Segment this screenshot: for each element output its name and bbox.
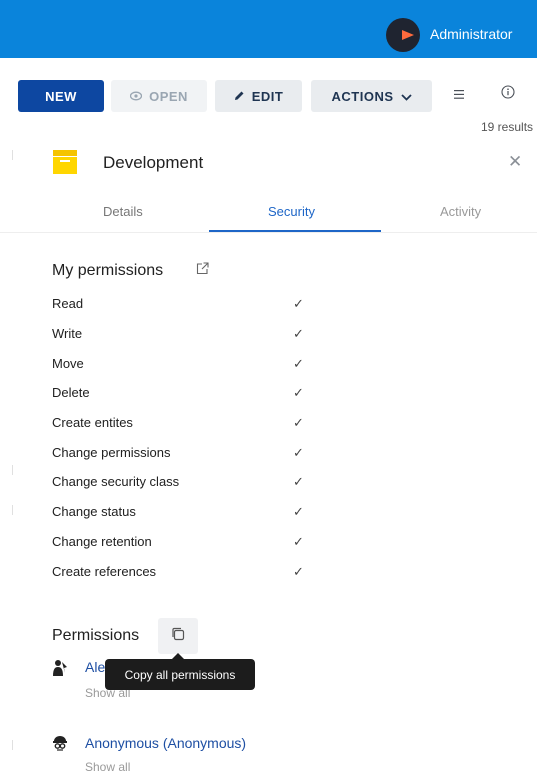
check-icon: ✓ bbox=[293, 534, 304, 549]
tab-security[interactable]: Security bbox=[268, 204, 315, 219]
copy-icon bbox=[171, 627, 185, 646]
principal-name[interactable]: Anonymous (Anonymous) bbox=[85, 735, 246, 751]
user-group-icon bbox=[52, 659, 68, 682]
pencil-icon bbox=[234, 89, 245, 104]
permission-label: Change security class bbox=[52, 474, 180, 489]
show-all-link[interactable]: Show all bbox=[85, 760, 130, 774]
list-view-icon[interactable] bbox=[454, 86, 464, 103]
actions-button[interactable]: ACTIONS bbox=[311, 80, 432, 112]
user-name[interactable]: Administrator bbox=[430, 26, 512, 42]
permission-row: Move ✓ bbox=[52, 356, 312, 376]
permission-row: Create references ✓ bbox=[52, 564, 312, 584]
check-icon: ✓ bbox=[293, 385, 304, 400]
edge-mark bbox=[12, 465, 13, 475]
top-bar: Administrator bbox=[0, 0, 537, 58]
tab-details[interactable]: Details bbox=[103, 204, 143, 219]
edit-button-label: EDIT bbox=[251, 88, 284, 104]
permission-row: Change retention ✓ bbox=[52, 534, 312, 554]
edge-mark bbox=[12, 150, 13, 160]
check-icon: ✓ bbox=[293, 296, 304, 311]
permission-label: Move bbox=[52, 356, 84, 371]
active-tab-indicator bbox=[209, 230, 381, 232]
permission-label: Change status bbox=[52, 504, 136, 519]
open-button[interactable]: OPEN bbox=[111, 80, 207, 112]
permission-row: Delete ✓ bbox=[52, 385, 312, 405]
permission-row: Read ✓ bbox=[52, 296, 312, 316]
permission-row: Change security class ✓ bbox=[52, 474, 312, 494]
edge-mark bbox=[12, 740, 13, 750]
permission-label: Write bbox=[52, 326, 83, 341]
check-icon: ✓ bbox=[293, 356, 304, 371]
external-link-icon[interactable] bbox=[196, 262, 209, 280]
permission-label: Read bbox=[52, 296, 84, 311]
principal-name[interactable]: Ale bbox=[85, 659, 105, 675]
my-permissions-title: My permissions bbox=[52, 262, 164, 279]
copy-tooltip: Copy all permissions bbox=[105, 659, 255, 690]
info-icon[interactable] bbox=[501, 85, 515, 103]
eye-icon bbox=[129, 89, 143, 104]
new-button-label: NEW bbox=[45, 88, 77, 104]
panel-title: Development bbox=[103, 153, 204, 172]
permission-row: Write ✓ bbox=[52, 326, 312, 346]
copy-permissions-button[interactable] bbox=[158, 618, 198, 654]
folder-icon bbox=[53, 150, 77, 174]
permission-label: Create references bbox=[52, 564, 157, 579]
check-icon: ✓ bbox=[293, 564, 304, 579]
check-icon: ✓ bbox=[293, 445, 304, 460]
actions-button-label: ACTIONS bbox=[331, 88, 394, 104]
edit-button[interactable]: EDIT bbox=[215, 80, 302, 112]
permission-label: Create entites bbox=[52, 415, 133, 430]
permission-row: Create entites ✓ bbox=[52, 415, 312, 435]
edge-mark bbox=[12, 505, 13, 515]
check-icon: ✓ bbox=[293, 504, 304, 519]
permissions-title: Permissions bbox=[52, 627, 140, 644]
chevron-down-icon bbox=[400, 89, 412, 104]
results-count: 19 results bbox=[481, 120, 534, 134]
permission-label: Change retention bbox=[52, 534, 152, 549]
user-avatar[interactable] bbox=[386, 18, 420, 52]
close-icon[interactable]: ✕ bbox=[508, 152, 522, 172]
tab-divider bbox=[0, 232, 537, 233]
anonymous-icon bbox=[52, 735, 68, 756]
new-button[interactable]: NEW bbox=[18, 80, 104, 112]
tab-activity[interactable]: Activity bbox=[440, 204, 481, 219]
check-icon: ✓ bbox=[293, 474, 304, 489]
open-button-label: OPEN bbox=[149, 88, 188, 104]
check-icon: ✓ bbox=[293, 326, 304, 341]
permission-row: Change status ✓ bbox=[52, 504, 312, 524]
permission-row: Change permissions ✓ bbox=[52, 445, 312, 465]
permission-label: Change permissions bbox=[52, 445, 171, 460]
check-icon: ✓ bbox=[293, 415, 304, 430]
permission-label: Delete bbox=[52, 385, 90, 400]
